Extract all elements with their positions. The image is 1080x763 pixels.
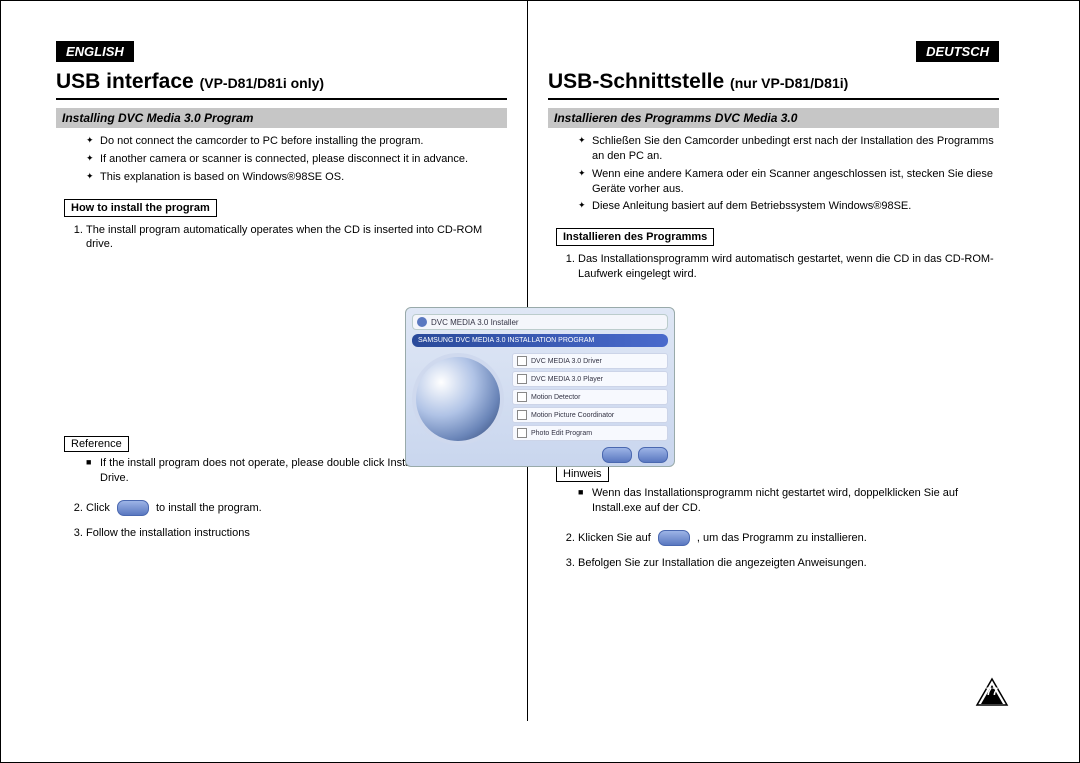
language-tag-english: ENGLISH xyxy=(56,41,134,62)
bullet-item: Diese Anleitung basiert auf dem Betriebs… xyxy=(578,199,999,214)
headline-left: USB interface (VP-D81/D81i only) xyxy=(56,70,507,100)
step-1: The install program automatically operat… xyxy=(86,223,507,253)
headline-main: USB interface xyxy=(56,70,194,93)
step2-text-a: Klicken Sie auf xyxy=(578,532,651,544)
two-column-layout: ENGLISH USB interface (VP-D81/D81i only)… xyxy=(36,41,1019,641)
intro-bullets-left: Do not connect the camcorder to PC befor… xyxy=(56,134,507,185)
reference-bullet-left: If the install program does not operate,… xyxy=(56,456,507,486)
section-bar-left: Installing DVC Media 3.0 Program xyxy=(56,108,507,128)
headline-sub: (nur VP-D81/D81i) xyxy=(730,75,848,91)
headline-sub: (VP-D81/D81i only) xyxy=(200,75,324,91)
language-tag-deutsch: DEUTSCH xyxy=(916,41,999,62)
right-column-deutsch: DEUTSCH USB-Schnittstelle (nur VP-D81/D8… xyxy=(528,41,1019,641)
steps-right: Das Installationsprogramm wird automatis… xyxy=(548,252,999,282)
headline-right: USB-Schnittstelle (nur VP-D81/D81i) xyxy=(548,70,999,100)
step-2: Klicken Sie auf , um das Programm zu ins… xyxy=(578,530,999,546)
step-2: Click to install the program. xyxy=(86,500,507,516)
ref-item: If the install program does not operate,… xyxy=(86,456,507,486)
intro-bullets-right: Schließen Sie den Camcorder unbedingt er… xyxy=(548,134,999,214)
install-button-icon xyxy=(117,500,149,516)
steps-left: The install program automatically operat… xyxy=(56,223,507,253)
subhead-left: How to install the program xyxy=(64,199,217,217)
bullet-item: Wenn eine andere Kamera oder ein Scanner… xyxy=(578,167,999,197)
section-bar-right: Installieren des Programms DVC Media 3.0 xyxy=(548,108,999,128)
bullet-item: This explanation is based on Windows®98S… xyxy=(86,170,507,185)
left-column-english: ENGLISH USB interface (VP-D81/D81i only)… xyxy=(36,41,527,641)
ref-item: Wenn das Installationsprogramm nicht ges… xyxy=(578,486,999,516)
step-3: Follow the installation instructions xyxy=(86,526,507,541)
hinweis-box-right: Hinweis xyxy=(556,466,609,482)
reference-box-left: Reference xyxy=(64,436,129,452)
step-1: Das Installationsprogramm wird automatis… xyxy=(578,252,999,282)
subhead-right: Installieren des Programms xyxy=(556,228,714,246)
step2-text-b: to install the program. xyxy=(156,502,262,514)
steps-left-cont: Click to install the program. Follow the… xyxy=(56,500,507,541)
step2-text-b: , um das Programm zu installieren. xyxy=(697,532,867,544)
bullet-item: Do not connect the camcorder to PC befor… xyxy=(86,134,507,149)
headline-main: USB-Schnittstelle xyxy=(548,70,724,93)
bullet-item: Schließen Sie den Camcorder unbedingt er… xyxy=(578,134,999,164)
install-button-icon xyxy=(658,530,690,546)
steps-right-cont: Klicken Sie auf , um das Programm zu ins… xyxy=(548,530,999,571)
step-3: Befolgen Sie zur Installation die angeze… xyxy=(578,556,999,571)
reference-bullet-right: Wenn das Installationsprogramm nicht ges… xyxy=(548,486,999,516)
bullet-item: If another camera or scanner is connecte… xyxy=(86,152,507,167)
step2-text-a: Click xyxy=(86,502,110,514)
manual-page: ENGLISH USB interface (VP-D81/D81i only)… xyxy=(0,0,1080,763)
page-number: 77 xyxy=(986,686,998,698)
page-number-badge: 77 xyxy=(975,677,1009,707)
